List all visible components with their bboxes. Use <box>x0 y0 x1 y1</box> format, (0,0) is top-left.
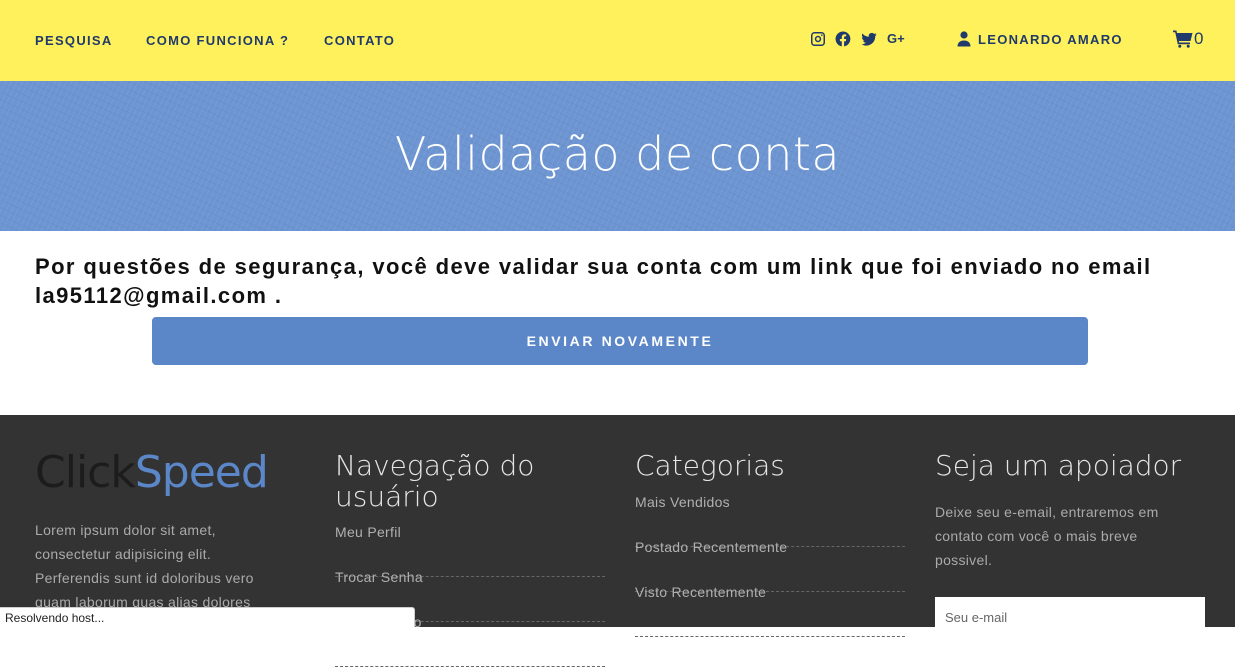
resend-button[interactable]: ENVIAR NOVAMENTE <box>152 317 1088 365</box>
cart-button[interactable]: 0 <box>1173 29 1203 49</box>
twitter-icon[interactable] <box>861 31 877 47</box>
nav-link-contato[interactable]: CONTATO <box>324 33 395 48</box>
footer-categories-title: Categorias <box>635 449 785 482</box>
logo-part-speed: Speed <box>134 447 269 498</box>
footer-category-visto-recentemente[interactable]: Visto Recentemente <box>635 584 905 637</box>
footer-about-text: Lorem ipsum dolor sit amet, consectetur … <box>35 522 254 610</box>
google-plus-icon[interactable]: G+ <box>887 31 905 46</box>
footer-user-nav-title: Navegação do usuário <box>335 449 535 513</box>
nav-link-como-funciona[interactable]: COMO FUNCIONA ? <box>146 33 289 48</box>
footer-logo[interactable]: ClickSpeed <box>35 447 269 498</box>
footer-support-title: Seja um apoiador <box>935 449 1182 482</box>
page-banner: Validação de conta <box>0 81 1235 231</box>
shopping-cart-icon <box>1173 30 1193 48</box>
validation-message: Por questões de segurança, você deve val… <box>35 254 1152 308</box>
cart-count: 0 <box>1194 29 1204 48</box>
nav-link-pesquisa[interactable]: PESQUISA <box>35 33 113 48</box>
newsletter-email-input[interactable] <box>935 597 1205 637</box>
footer-user-nav-list: Meu Perfil Trocar Senha ...no <box>335 524 605 667</box>
user-icon <box>957 31 971 47</box>
browser-status-bar: Resolvendo host... <box>0 607 415 627</box>
footer-support-text: Deixe seu e-email, entraremos em contato… <box>935 504 1159 568</box>
footer-categories-list: Mais Vendidos Postado Recentemente Visto… <box>635 494 905 637</box>
footer-link-partial[interactable]: ...no <box>335 614 605 667</box>
user-account-link[interactable]: LEONARDO AMARO <box>957 31 1123 47</box>
logo-part-click: Click <box>35 447 136 498</box>
facebook-icon[interactable] <box>835 31 851 47</box>
instagram-icon[interactable] <box>810 31 826 47</box>
user-name: LEONARDO AMARO <box>978 31 1123 47</box>
page-title: Validação de conta <box>394 127 841 181</box>
